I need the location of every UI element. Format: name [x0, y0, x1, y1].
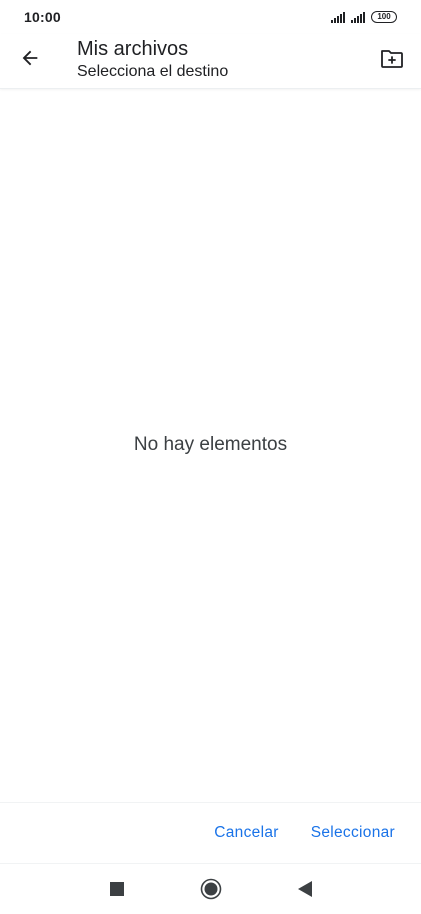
screen: 10:00 100 Mis archivos Selecciona el des…	[0, 0, 421, 914]
home-button[interactable]	[197, 875, 225, 903]
action-bar: Cancelar Seleccionar	[0, 803, 421, 863]
system-nav-bar	[0, 864, 421, 914]
status-bar: 10:00 100	[0, 0, 421, 34]
recents-button[interactable]	[103, 875, 131, 903]
select-button[interactable]: Seleccionar	[311, 824, 395, 842]
signal-icon	[331, 11, 345, 23]
empty-state-message: No hay elementos	[133, 434, 288, 455]
status-icons: 100	[331, 11, 397, 23]
back-button[interactable]	[12, 40, 48, 76]
recents-square-icon	[109, 882, 124, 896]
page-subtitle: Selecciona el destino	[77, 63, 229, 80]
battery-level: 100	[377, 12, 391, 21]
new-folder-button[interactable]	[375, 42, 409, 76]
status-time: 10:00	[24, 9, 61, 25]
folder-plus-icon	[381, 50, 403, 68]
arrow-back-icon	[22, 50, 38, 66]
page-title: Mis archivos	[77, 38, 189, 60]
system-back-button[interactable]	[291, 875, 319, 903]
cancel-button[interactable]: Cancelar	[214, 824, 278, 842]
home-circle-icon	[200, 878, 221, 900]
app-bar: Mis archivos Selecciona el destino	[0, 34, 421, 89]
title-block: Mis archivos Selecciona el destino	[77, 37, 228, 83]
battery-icon: 100	[371, 11, 397, 23]
signal-icon	[351, 11, 365, 23]
back-triangle-icon	[297, 881, 312, 897]
